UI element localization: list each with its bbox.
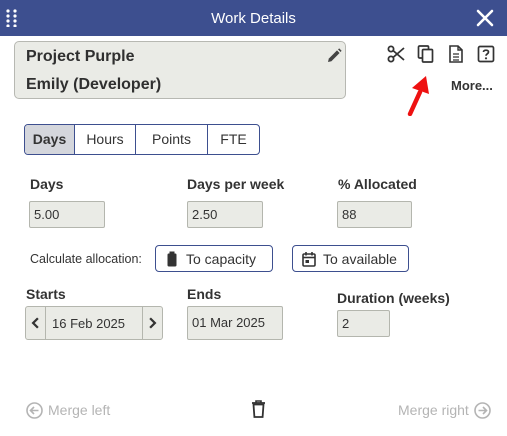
calendar-icon <box>302 252 316 267</box>
document-icon[interactable] <box>447 45 465 63</box>
trash-icon[interactable] <box>251 400 266 418</box>
title-bar: Work Details <box>0 0 507 36</box>
unit-tabs: Days Hours Points FTE <box>24 124 260 155</box>
work-summary-card: Project Purple Emily (Developer) <box>14 41 346 99</box>
merge-left-label: Merge left <box>48 402 111 418</box>
arrow-left-circle-icon <box>26 402 43 419</box>
allocated-label: % Allocated <box>338 176 417 192</box>
project-name: Project Purple <box>26 48 135 65</box>
close-icon[interactable] <box>475 8 495 28</box>
chevron-left-icon[interactable] <box>26 307 46 339</box>
tab-points[interactable]: Points <box>136 125 208 154</box>
more-menu-link[interactable]: More... <box>451 78 493 93</box>
window-title: Work Details <box>211 10 296 27</box>
tab-fte[interactable]: FTE <box>208 125 259 154</box>
tab-days[interactable]: Days <box>25 125 75 154</box>
days-per-week-input[interactable]: 2.50 <box>187 201 263 228</box>
days-per-week-label: Days per week <box>187 176 285 192</box>
battery-icon <box>167 251 177 267</box>
to-available-button[interactable]: To available <box>292 245 409 272</box>
red-arrow-icon <box>407 76 429 116</box>
to-capacity-button[interactable]: To capacity <box>155 245 273 272</box>
arrow-right-circle-icon <box>474 402 491 419</box>
to-capacity-label: To capacity <box>186 251 257 267</box>
merge-right-label: Merge right <box>398 402 469 418</box>
end-date-input[interactable]: 01 Mar 2025 <box>187 306 283 340</box>
help-icon[interactable] <box>477 45 495 63</box>
allocated-input[interactable]: 88 <box>337 201 412 228</box>
days-label: Days <box>30 176 64 192</box>
copy-icon[interactable] <box>417 45 435 63</box>
tab-hours[interactable]: Hours <box>75 125 136 154</box>
start-date-value[interactable]: 16 Feb 2025 <box>52 316 125 331</box>
duration-label: Duration (weeks) <box>337 290 450 306</box>
start-date-stepper: 16 Feb 2025 <box>25 306 163 340</box>
ends-label: Ends <box>187 286 222 302</box>
chevron-right-icon[interactable] <box>142 307 162 339</box>
to-available-label: To available <box>323 251 397 267</box>
duration-input[interactable]: 2 <box>337 310 390 337</box>
edit-pencil-icon[interactable] <box>326 48 342 64</box>
calculate-allocation-label: Calculate allocation: <box>30 252 142 266</box>
scissors-icon[interactable] <box>387 45 405 63</box>
assignee-name: Emily (Developer) <box>26 76 162 93</box>
starts-label: Starts <box>26 286 66 302</box>
days-input[interactable]: 5.00 <box>29 201 105 228</box>
